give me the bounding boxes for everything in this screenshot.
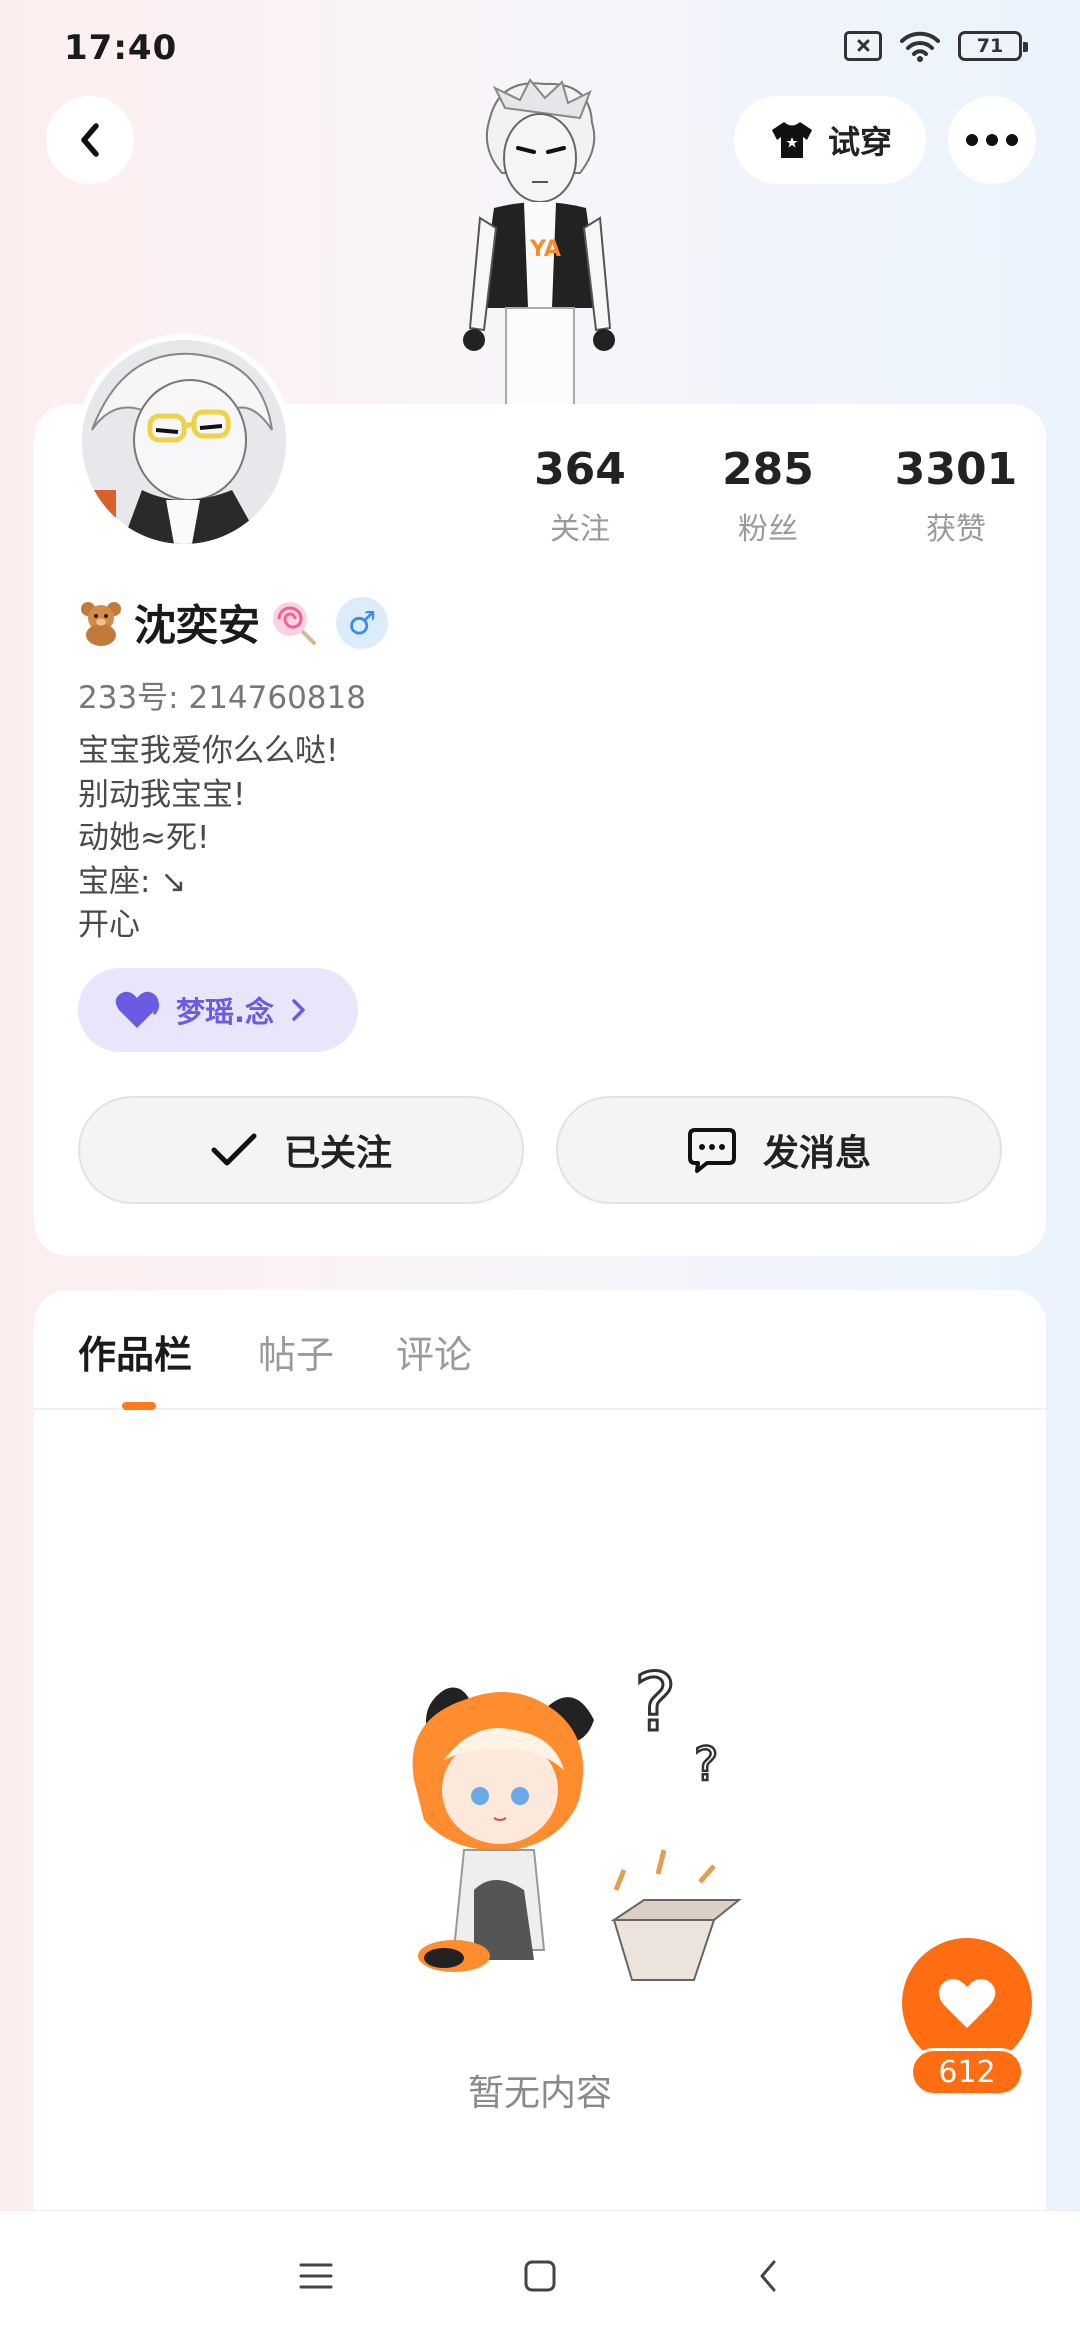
gender-male-icon: ♂ [336, 596, 389, 649]
home-button[interactable] [510, 2251, 570, 2301]
teddy-bear-icon [81, 601, 121, 646]
chevron-right-icon [292, 999, 305, 1021]
empty-state-illustration: ? ? [412, 1655, 742, 1981]
follow-label: 已关注 [283, 1133, 392, 1174]
tryon-button[interactable]: 试穿 [734, 96, 926, 184]
svg-text:?: ? [694, 1737, 718, 1791]
bio: 宝宝我爱你么么哒! 别动我宝宝! 动她≈死! 宝座: ↘ 开心 [78, 730, 338, 948]
shirt-icon [771, 122, 812, 158]
avatar-image [82, 340, 286, 544]
stat-likes[interactable]: 3301 获赞 [856, 440, 1056, 548]
heart-icon [115, 991, 160, 1028]
stat-label: 关注 [550, 512, 610, 547]
home-square-icon [524, 2260, 556, 2292]
guild-label: 梦瑶.念 [176, 995, 275, 1029]
system-back-button[interactable] [738, 2251, 798, 2301]
tab-works[interactable]: 作品栏 [78, 1324, 192, 1379]
profile-tabs: 作品栏 帖子 评论 [34, 1290, 1046, 1410]
heart-icon [938, 1978, 996, 2028]
svg-text:YA: YA [529, 237, 561, 262]
empty-state-text: 暂无内容 [467, 2073, 612, 2114]
back-triangle-icon [760, 2260, 776, 2292]
chat-bubble-icon [687, 1128, 736, 1173]
svg-text:?: ? [634, 1656, 676, 1749]
battery-icon: 71 [958, 31, 1028, 61]
back-button[interactable] [46, 96, 134, 184]
status-time: 17:40 [64, 28, 178, 68]
content-card: 作品栏 帖子 评论 ? ? 暂无内容 [34, 1290, 1046, 2210]
message-label: 发消息 [762, 1133, 871, 1174]
tab-indicator [122, 1402, 156, 1410]
checkmark-icon [211, 1133, 257, 1166]
user-id: 233号: 214760818 [78, 680, 366, 716]
tryon-label: 试穿 [827, 123, 892, 161]
tab-comments[interactable]: 评论 [396, 1324, 472, 1379]
lollipop-icon [273, 601, 317, 645]
avatar[interactable] [76, 334, 292, 550]
stat-value: 364 [534, 444, 626, 495]
tab-posts[interactable]: 帖子 [258, 1324, 334, 1379]
menu-icon [299, 2263, 333, 2289]
like-count: 612 [910, 2048, 1024, 2096]
guild-chip[interactable]: 梦瑶.念 [78, 968, 358, 1052]
bio-line: 动她≈死! [78, 820, 210, 856]
system-nav-bar [0, 2210, 1080, 2340]
bio-line: 开心 [78, 907, 140, 943]
bio-line: 宝宝我爱你么么哒! [78, 733, 339, 769]
menu-button[interactable] [286, 2251, 346, 2301]
stat-value: 285 [722, 444, 814, 495]
stat-followers[interactable]: 285 粉丝 [668, 440, 868, 548]
stat-label: 获赞 [926, 512, 986, 547]
bio-line: 别动我宝宝! [78, 776, 246, 813]
follow-button[interactable]: 已关注 [78, 1096, 524, 1204]
more-horizontal-icon [966, 134, 1018, 146]
stat-following[interactable]: 364 关注 [480, 440, 680, 548]
bio-line: 宝座: ↘ [78, 863, 187, 900]
status-icons: 71 [844, 30, 1028, 62]
chevron-left-icon [81, 123, 99, 157]
stat-label: 粉丝 [738, 512, 798, 547]
character-model-image[interactable]: YA [450, 78, 630, 408]
stat-value: 3301 [894, 444, 1018, 495]
nickname-row: 沈奕安 ♂ [78, 592, 389, 653]
wifi-icon [900, 31, 940, 62]
more-button[interactable] [948, 96, 1036, 184]
nickname: 沈奕安 [134, 601, 261, 650]
sim-off-icon [844, 31, 882, 61]
message-button[interactable]: 发消息 [556, 1096, 1002, 1204]
